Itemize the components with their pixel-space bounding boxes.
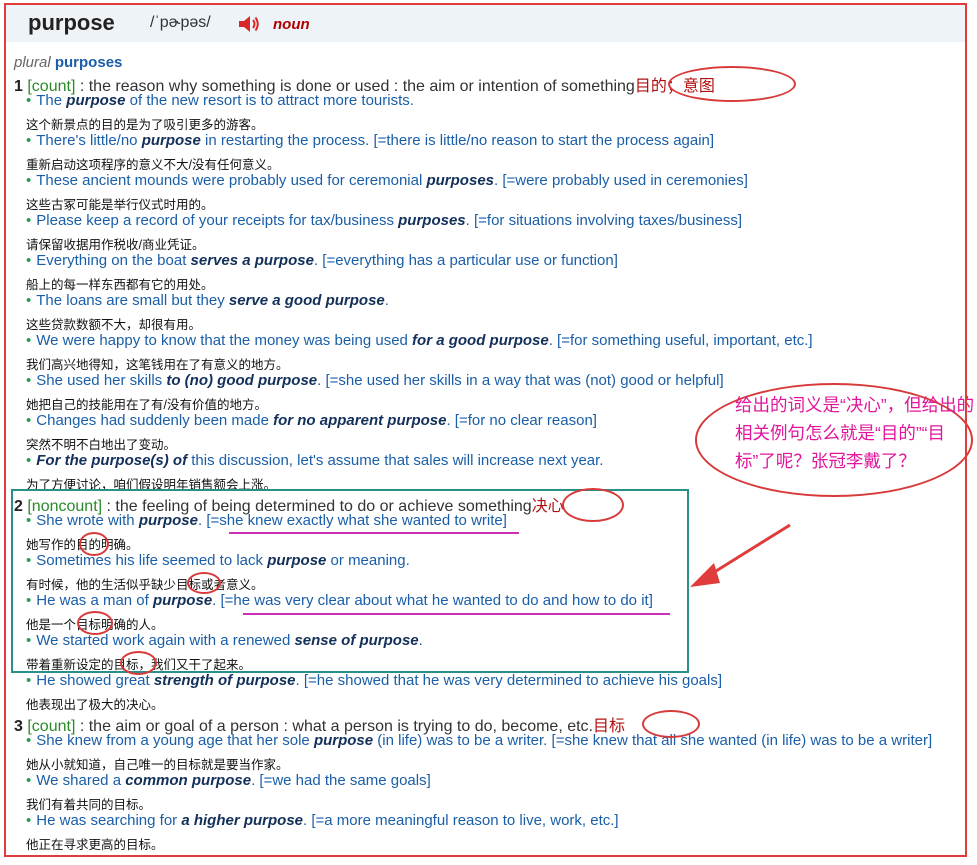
screenshot-frame: [4, 3, 967, 857]
